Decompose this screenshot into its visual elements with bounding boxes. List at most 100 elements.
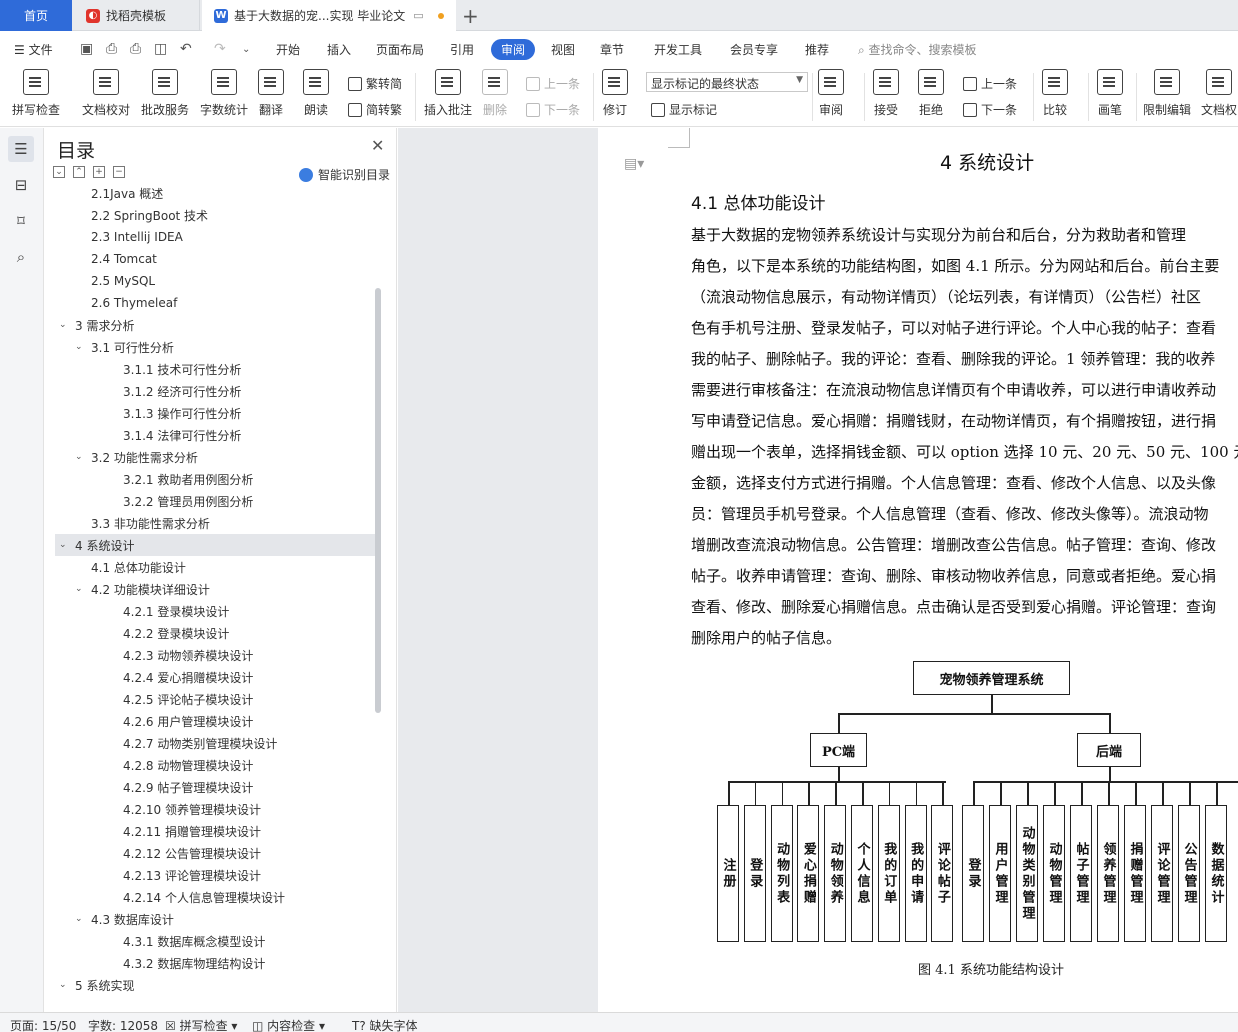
chevron-down-icon[interactable]: ⌄ bbox=[75, 584, 87, 594]
toc-item[interactable]: 3.1.1 技术可行性分析 bbox=[45, 358, 375, 380]
next-change-button[interactable]: 下一条 bbox=[963, 101, 1017, 118]
menu-start[interactable]: 开始 bbox=[276, 41, 300, 58]
redo-icon[interactable]: ↷ bbox=[214, 41, 226, 57]
toc-item[interactable]: 4.2.9 帖子管理模块设计 bbox=[45, 776, 375, 798]
tab-document[interactable]: W 基于大数据的宠...实现 毕业论文 ▭ bbox=[202, 0, 456, 31]
chevron-down-icon[interactable]: ⌄ bbox=[59, 320, 71, 330]
toc-item[interactable]: ⌄ 3 需求分析 bbox=[45, 314, 375, 336]
toc-item[interactable]: 4.2.6 用户管理模块设计 bbox=[45, 710, 375, 732]
delete-comment-button[interactable]: 删除 bbox=[482, 69, 508, 118]
word-count-indicator[interactable]: 字数: 12058 bbox=[88, 1017, 158, 1032]
toc-item[interactable]: 3.1.2 经济可行性分析 bbox=[45, 380, 375, 402]
expand-icon[interactable]: ⌃ bbox=[73, 166, 85, 178]
show-markup-button[interactable]: 显示标记 bbox=[651, 101, 717, 118]
toc-item[interactable]: 2.6 Thymeleaf bbox=[45, 292, 375, 314]
toc-item[interactable]: 4.2.8 动物管理模块设计 bbox=[45, 754, 375, 776]
toc-item[interactable]: 4.3.2 数据库物理结构设计 bbox=[45, 952, 375, 974]
add-heading-icon[interactable]: + bbox=[93, 166, 105, 178]
toc-item[interactable]: ⌄ 4.2 功能模块详细设计 bbox=[45, 578, 375, 600]
compare-button[interactable]: 比较 bbox=[1042, 69, 1068, 118]
translate-button[interactable]: 翻译 bbox=[258, 69, 284, 118]
toc-item[interactable]: ⌄ 4.3 数据库设计 bbox=[45, 908, 375, 930]
file-menu[interactable]: ☰ 文件 bbox=[14, 41, 53, 58]
toc-item[interactable]: 4.2.3 动物领养模块设计 bbox=[45, 644, 375, 666]
toc-item[interactable]: 3.1.3 操作可行性分析 bbox=[45, 402, 375, 424]
toc-item[interactable]: 4.2.2 登录模块设计 bbox=[45, 622, 375, 644]
page-indicator[interactable]: 页面: 15/50 bbox=[10, 1017, 76, 1032]
toc-item[interactable]: 3.3 非功能性需求分析 bbox=[45, 512, 375, 534]
track-changes-button[interactable]: 修订 bbox=[602, 69, 628, 118]
simp-to-trad-button[interactable]: 简转繁 bbox=[348, 101, 402, 118]
markup-state-select[interactable]: 显示标记的最终状态 ▼ bbox=[646, 72, 808, 92]
toc-item[interactable]: ⌄ 5 系统实现 bbox=[45, 974, 375, 996]
toc-item[interactable]: 4.2.7 动物类别管理模块设计 bbox=[45, 732, 375, 754]
content-check-status[interactable]: ◫ 内容检查 ▾ bbox=[252, 1017, 325, 1032]
chevron-down-icon[interactable]: ⌄ bbox=[75, 914, 87, 924]
toc-item[interactable]: 2.5 MySQL bbox=[45, 270, 375, 292]
toc-item[interactable]: 4.2.4 爱心捐赠模块设计 bbox=[45, 666, 375, 688]
toc-item[interactable]: 2.4 Tomcat bbox=[45, 248, 375, 270]
doc-permission-button[interactable]: 文档权 bbox=[1201, 69, 1237, 118]
remove-heading-icon[interactable]: − bbox=[113, 166, 125, 178]
chapter-nav-icon[interactable]: ⊟ bbox=[8, 172, 34, 198]
toc-scrollbar[interactable] bbox=[375, 288, 381, 713]
toc-item[interactable]: 3.2.1 救助者用例图分析 bbox=[45, 468, 375, 490]
toc-item[interactable]: 4.2.14 个人信息管理模块设计 bbox=[45, 886, 375, 908]
bookmark-icon[interactable]: ⌑ bbox=[8, 208, 34, 234]
chevron-down-icon[interactable]: ⌄ bbox=[75, 452, 87, 462]
toc-item[interactable]: ⌄ 3.1 可行性分析 bbox=[45, 336, 375, 358]
toc-item[interactable]: 2.1Java 概述 bbox=[45, 182, 375, 204]
menu-review[interactable]: 审阅 bbox=[491, 39, 535, 60]
tab-home[interactable]: 首页 bbox=[0, 0, 72, 31]
prev-comment-button[interactable]: 上一条 bbox=[526, 75, 580, 92]
doc-proof-button[interactable]: 文档校对 bbox=[82, 69, 130, 118]
command-search[interactable]: ⌕ 查找命令、搜索模板 bbox=[858, 41, 977, 58]
toc-item[interactable]: 4.2.5 评论帖子模块设计 bbox=[45, 688, 375, 710]
restrict-edit-button[interactable]: 限制编辑 bbox=[1143, 69, 1191, 118]
toc-item[interactable]: 4.1 总体功能设计 bbox=[45, 556, 375, 578]
next-comment-button[interactable]: 下一条 bbox=[526, 101, 580, 118]
save-icon[interactable]: ▣ bbox=[80, 41, 93, 57]
reject-button[interactable]: 拒绝 bbox=[918, 69, 944, 118]
spell-check-status[interactable]: ☒ 拼写检查 ▾ bbox=[165, 1017, 237, 1032]
undo-icon[interactable]: ↶ bbox=[180, 41, 192, 57]
trad-to-simp-button[interactable]: 繁转简 bbox=[348, 75, 402, 92]
quick-access-more-icon[interactable]: ⌄ bbox=[242, 44, 250, 55]
menu-member[interactable]: 会员专享 bbox=[730, 41, 778, 58]
chevron-down-icon[interactable]: ⌄ bbox=[59, 980, 71, 990]
insert-comment-button[interactable]: 插入批注 bbox=[424, 69, 472, 118]
menu-insert[interactable]: 插入 bbox=[327, 41, 351, 58]
toc-item[interactable]: 3.2.2 管理员用例图分析 bbox=[45, 490, 375, 512]
toc-item[interactable]: 4.2.11 捐赠管理模块设计 bbox=[45, 820, 375, 842]
toc-item[interactable]: 4.2.1 登录模块设计 bbox=[45, 600, 375, 622]
close-icon[interactable]: ✕ bbox=[371, 136, 384, 155]
new-tab-plus-icon[interactable]: + bbox=[462, 4, 479, 28]
toc-item[interactable]: 2.3 Intellij IDEA bbox=[45, 226, 375, 248]
export-pdf-icon[interactable]: ⎙ bbox=[106, 41, 117, 57]
print-preview-icon[interactable]: ◫ bbox=[154, 41, 167, 57]
accept-button[interactable]: 接受 bbox=[873, 69, 899, 118]
toc-item[interactable]: 4.2.10 领养管理模块设计 bbox=[45, 798, 375, 820]
spell-check-button[interactable]: 拼写检查 bbox=[12, 69, 60, 118]
toc-item[interactable]: 4.2.12 公告管理模块设计 bbox=[45, 842, 375, 864]
smart-toc-button[interactable]: 智能识别目录 bbox=[299, 166, 390, 183]
prev-change-button[interactable]: 上一条 bbox=[963, 75, 1017, 92]
read-aloud-button[interactable]: 朗读 bbox=[303, 69, 329, 118]
ink-pen-button[interactable]: 画笔 bbox=[1097, 69, 1123, 118]
toc-item[interactable]: 2.2 SpringBoot 技术 bbox=[45, 204, 375, 226]
collapse-icon[interactable]: ⌄ bbox=[53, 166, 65, 178]
batch-service-button[interactable]: 批改服务 bbox=[141, 69, 189, 118]
print-icon[interactable]: ⎙ bbox=[130, 41, 141, 57]
tab-template[interactable]: ◐ 找稻壳模板 bbox=[74, 0, 200, 31]
toc-item[interactable]: 4.2.13 评论管理模块设计 bbox=[45, 864, 375, 886]
search-icon[interactable]: ⌕ bbox=[8, 244, 34, 270]
menu-page-layout[interactable]: 页面布局 bbox=[376, 41, 424, 58]
toc-nav-icon[interactable]: ☰ bbox=[8, 136, 34, 162]
toc-item[interactable]: ⌄ 4 系统设计 bbox=[55, 534, 375, 556]
chevron-down-icon[interactable]: ⌄ bbox=[75, 342, 87, 352]
menu-recommend[interactable]: 推荐 bbox=[805, 41, 829, 58]
toc-item[interactable]: ⌄ 3.2 功能性需求分析 bbox=[45, 446, 375, 468]
menu-chapter[interactable]: 章节 bbox=[600, 41, 624, 58]
toc-item[interactable]: 3.1.4 法律可行性分析 bbox=[45, 424, 375, 446]
chevron-down-icon[interactable]: ⌄ bbox=[59, 540, 71, 550]
